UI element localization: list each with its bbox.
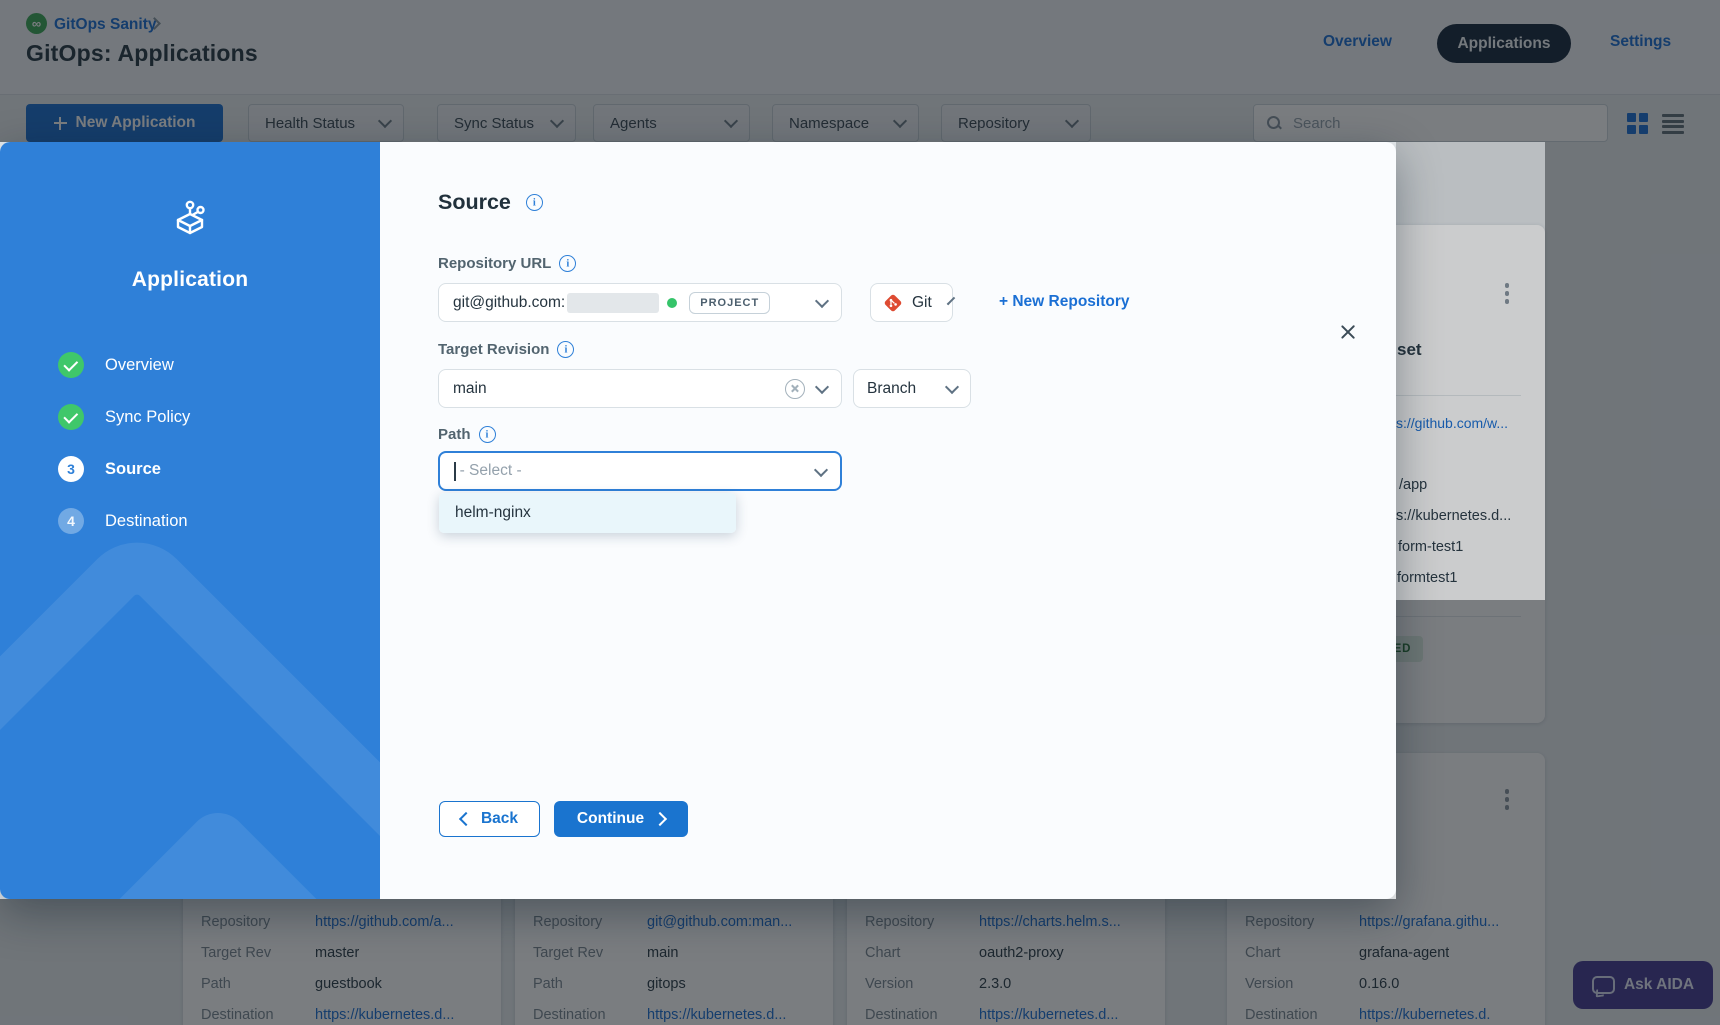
- field-label-text: Target Revision: [438, 341, 549, 358]
- wizard-title: Application: [0, 268, 380, 292]
- step-label: Source: [105, 460, 161, 479]
- info-icon[interactable]: [557, 341, 574, 358]
- target-revision-value: main: [453, 380, 487, 398]
- repo-type-value: Git: [912, 294, 932, 312]
- new-application-wizard-modal: Application Overview Sync Policy 3 Sourc…: [0, 142, 1396, 899]
- step-number-badge: 3: [58, 456, 84, 482]
- chevron-down-icon: [815, 294, 829, 308]
- chevron-right-icon: [653, 812, 667, 826]
- continue-label: Continue: [577, 810, 644, 828]
- field-label-text: Repository URL: [438, 255, 551, 272]
- path-label: Path: [438, 426, 496, 443]
- revision-type-select[interactable]: Branch: [853, 369, 971, 408]
- chevron-down-icon: [815, 380, 829, 394]
- chevron-left-icon: [459, 812, 473, 826]
- new-repository-link[interactable]: + New Repository: [999, 293, 1130, 311]
- step-destination[interactable]: 4 Destination: [58, 508, 190, 534]
- overlay-backdrop: [0, 0, 1720, 142]
- back-label: Back: [481, 810, 518, 828]
- step-label: Destination: [105, 512, 188, 531]
- info-icon[interactable]: [526, 194, 543, 211]
- repository-url-label: Repository URL: [438, 255, 576, 272]
- continue-button[interactable]: Continue: [554, 801, 688, 837]
- step-overview[interactable]: Overview: [58, 352, 190, 378]
- step-label: Sync Policy: [105, 408, 190, 427]
- path-select-input[interactable]: - Select -: [438, 451, 842, 491]
- redacted-text-block: [567, 293, 659, 313]
- revision-type-value: Branch: [867, 380, 916, 398]
- check-icon: [63, 357, 78, 372]
- modal-title-text: Source: [438, 190, 511, 214]
- target-revision-input[interactable]: main: [438, 369, 842, 408]
- repository-url-select[interactable]: git@github.com: PROJECT: [438, 283, 842, 322]
- text-cursor: [454, 462, 456, 481]
- back-button[interactable]: Back: [439, 801, 540, 837]
- chevron-down-icon: [947, 297, 955, 305]
- step-sync-policy[interactable]: Sync Policy: [58, 404, 190, 430]
- clear-icon[interactable]: [785, 379, 805, 399]
- field-label-text: Path: [438, 426, 471, 443]
- info-icon[interactable]: [479, 426, 496, 443]
- screen: GitOps Sanity GitOps: Applications Overv…: [0, 0, 1720, 1025]
- step-number-badge: 4: [58, 508, 84, 534]
- step-label: Overview: [105, 356, 174, 375]
- info-icon[interactable]: [559, 255, 576, 272]
- modal-title: Source: [438, 190, 543, 215]
- overlay-backdrop: [1396, 600, 1720, 899]
- path-options-dropdown: helm-nginx: [439, 493, 736, 533]
- application-icon: [167, 197, 213, 248]
- wizard-steps: Overview Sync Policy 3 Source 4 Destinat…: [58, 352, 190, 560]
- chevron-down-icon: [814, 462, 828, 476]
- step-done-icon: [58, 352, 84, 378]
- step-source[interactable]: 3 Source: [58, 456, 190, 482]
- project-tag: PROJECT: [689, 292, 770, 314]
- path-placeholder: - Select -: [460, 462, 522, 480]
- overlay-backdrop: [0, 899, 1720, 1025]
- wizard-sidebar: Application Overview Sync Policy 3 Sourc…: [0, 142, 380, 899]
- check-icon: [63, 409, 78, 424]
- repository-url-value: git@github.com:: [453, 294, 565, 312]
- target-revision-label: Target Revision: [438, 341, 574, 358]
- git-icon: [883, 293, 903, 313]
- overlay-backdrop-light: [1396, 142, 1545, 600]
- chevron-down-icon: [945, 380, 959, 394]
- repo-type-select[interactable]: Git: [870, 283, 953, 322]
- step-done-icon: [58, 404, 84, 430]
- connection-status-dot: [667, 298, 677, 308]
- close-icon[interactable]: [1338, 322, 1358, 342]
- overlay-backdrop: [1545, 142, 1720, 600]
- path-option[interactable]: helm-nginx: [439, 493, 736, 533]
